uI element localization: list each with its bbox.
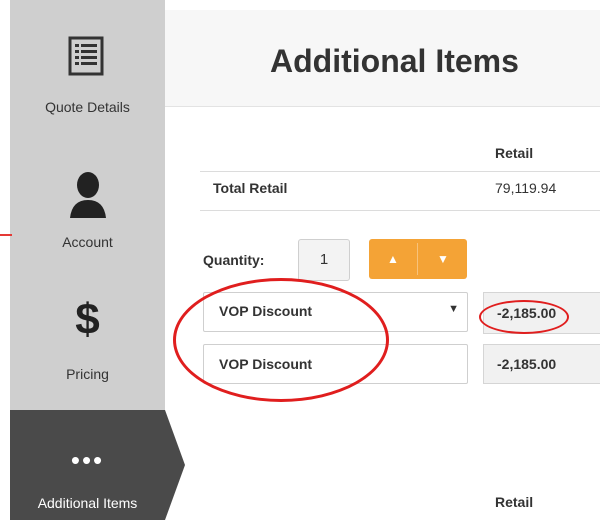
discount-amount-readonly: -2,185.00: [483, 344, 600, 384]
page-header: Additional Items: [165, 10, 600, 107]
sidebar-item-quote-details[interactable]: Quote Details: [10, 0, 165, 130]
page-title: Additional Items: [270, 43, 519, 79]
discount-amount-readonly-value: -2,185.00: [497, 356, 557, 372]
total-retail-value: 79,119.94: [495, 180, 557, 196]
quantity-stepper: ▲ ▼: [369, 239, 467, 279]
quantity-label: Quantity:: [203, 252, 265, 268]
person-icon: [68, 170, 108, 220]
sidebar-item-label: Quote Details: [45, 99, 130, 115]
sidebar-item-pricing[interactable]: $ Pricing: [10, 290, 165, 390]
column-header-retail: Retail: [495, 494, 534, 510]
sidebar-item-additional-items[interactable]: ••• Additional Items: [10, 410, 185, 520]
total-retail-label: Total Retail: [213, 180, 288, 196]
more-icon: •••: [70, 445, 105, 475]
list-document-icon: [68, 36, 104, 76]
annotation-arrow: [0, 234, 12, 236]
table-divider: [200, 171, 600, 172]
increment-button[interactable]: ▲: [369, 239, 417, 279]
active-pointer: [165, 410, 185, 520]
dollar-icon: $: [75, 295, 100, 344]
sidebar-item-account[interactable]: Account: [10, 150, 165, 270]
sidebar-item-label: Pricing: [66, 366, 109, 382]
table-divider: [200, 210, 600, 211]
quantity-input[interactable]: 1: [298, 239, 350, 281]
annotation-circle: [173, 278, 389, 402]
caret-down-icon: ▼: [448, 303, 459, 315]
column-header-retail: Retail: [495, 145, 534, 161]
sidebar-item-label: Account: [62, 234, 113, 250]
sidebar-item-label: Additional Items: [37, 495, 138, 511]
stepper-divider: [417, 243, 418, 275]
decrement-button[interactable]: ▼: [419, 239, 467, 279]
annotation-circle: [479, 300, 569, 334]
